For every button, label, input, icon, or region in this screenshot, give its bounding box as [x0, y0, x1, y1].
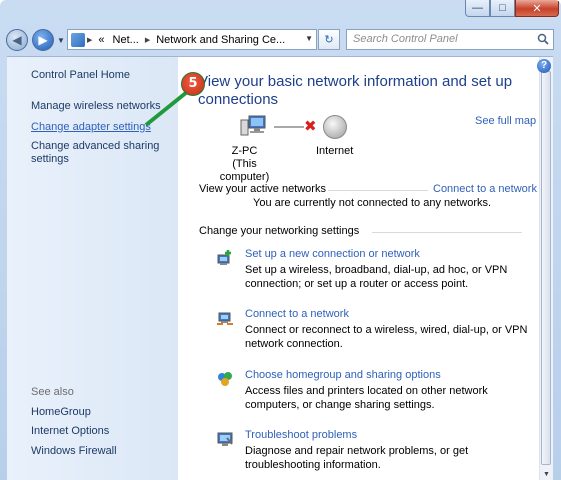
window: — □ ✕ ◀ ▶ ▼ ▶ « Net... ▶ Network and Sha… — [0, 0, 561, 480]
step-callout-badge: 5 — [181, 72, 205, 96]
callout-pointer — [144, 90, 189, 127]
